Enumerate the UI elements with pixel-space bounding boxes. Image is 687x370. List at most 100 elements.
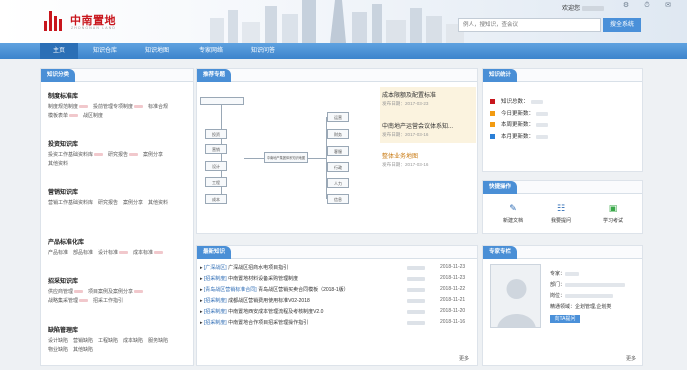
- header: 中南置地 ZHONGNAN LAND 欢迎您 ⚙ ⏱ ✉ 搜全系统: [0, 0, 687, 43]
- diagram-node[interactable]: 人力: [327, 178, 349, 188]
- category-link[interactable]: 供应商管理: [48, 289, 84, 295]
- category-link[interactable]: 招采工作指引: [93, 298, 123, 304]
- diagram-node[interactable]: 投资: [205, 129, 227, 139]
- nav-qa[interactable]: 知识问答: [240, 43, 286, 59]
- flag-icon: [490, 134, 495, 140]
- diagram-node[interactable]: 营销: [205, 144, 227, 154]
- category-link[interactable]: 设计标准: [98, 250, 129, 256]
- category-link[interactable]: 标准合规: [148, 104, 168, 110]
- category-link[interactable]: 工程缺陷: [98, 338, 118, 344]
- news-row[interactable]: ▸ [广深战区] 广深战区招商水电项目指引 2018-11-23: [200, 264, 476, 272]
- clock-icon[interactable]: ⏱: [643, 2, 651, 10]
- stat-row: 本月更新数：: [490, 132, 549, 141]
- featured-item[interactable]: 成本限额及配置标准 发布日期：2017-03-23: [382, 90, 474, 107]
- category-title[interactable]: 招采知识库: [48, 276, 193, 285]
- featured-title[interactable]: 中南地产运营会议体系知...: [382, 121, 474, 130]
- username: [581, 5, 604, 11]
- diagram-node[interactable]: 信息: [327, 194, 349, 204]
- search-input[interactable]: [458, 18, 601, 32]
- category-link[interactable]: 制度规范制度: [48, 104, 89, 110]
- news-row[interactable]: ▸ [招采制度] 中南置地西安成本管理流程及考核制度V2.0 2018-11-20: [200, 308, 476, 316]
- category-title[interactable]: 制度标准库: [48, 91, 193, 100]
- search-button[interactable]: 搜全系统: [603, 18, 641, 32]
- featured-item[interactable]: 中南地产运营会议体系知... 发布日期：2017-03-16: [382, 121, 474, 138]
- featured-date: 发布日期：2017-03-23: [382, 101, 429, 106]
- category-link[interactable]: 模板表单: [48, 113, 79, 119]
- diagram-node[interactable]: 财务: [327, 129, 349, 139]
- featured-title[interactable]: 成本限额及配置标准: [382, 90, 474, 99]
- new-doc-icon: ✎: [509, 203, 517, 213]
- featured-item[interactable]: 整体业务地图 发布日期：2017-03-16: [382, 151, 474, 168]
- category-title[interactable]: 产品标准化库: [48, 237, 193, 246]
- panel-title: 快捷操作: [483, 181, 518, 194]
- category-link[interactable]: 产品标准: [48, 250, 68, 256]
- flag-icon: [490, 99, 495, 105]
- news-row[interactable]: ▸ [招采制度] 中南置地合作项目招采管理操作指引 2018-11-16: [200, 319, 476, 327]
- skyline-banner: [210, 0, 464, 43]
- category-link[interactable]: 战略集采管理: [48, 298, 89, 304]
- nav-knowledge-repo[interactable]: 知识仓库: [82, 43, 128, 59]
- diagram-center-node[interactable]: 中南地产集团体系知识地图: [264, 152, 308, 163]
- exam-icon: ▣: [608, 203, 618, 213]
- stat-row: 知识总数：: [490, 97, 543, 106]
- nav-knowledge-map[interactable]: 知识地图: [134, 43, 180, 59]
- diagram-node[interactable]: 工程: [205, 177, 227, 187]
- category-link[interactable]: 服务缺陷: [148, 338, 168, 344]
- category-link[interactable]: 营销工作基础资料库: [48, 200, 93, 206]
- logo-icon: [44, 11, 64, 31]
- expert-more-link[interactable]: 更多: [626, 355, 636, 362]
- category-section: 产品标准化库 产品标准 部品标准 设计标准 成本标准: [48, 237, 193, 258]
- category-link[interactable]: 其他资料: [148, 200, 168, 206]
- category-link[interactable]: 营销缺陷: [73, 338, 93, 344]
- nav-expert-network[interactable]: 专家网络: [188, 43, 234, 59]
- diagram-node[interactable]: 运营: [327, 112, 349, 122]
- ask-question-button[interactable]: ☷ 我要提问: [543, 203, 579, 224]
- stat-row: 今日更新数：: [490, 109, 549, 118]
- welcome-text: 欢迎您: [562, 3, 604, 12]
- panel-title: 最新知识: [197, 246, 232, 259]
- category-title[interactable]: 缺陷管理库: [48, 325, 193, 334]
- diagram-node[interactable]: 成本: [205, 194, 227, 204]
- category-link[interactable]: 案例分享: [123, 200, 143, 206]
- latest-more-link[interactable]: 更多: [459, 355, 469, 362]
- category-link[interactable]: 部品标准: [73, 250, 93, 256]
- news-row[interactable]: ▸ [招采制度] 中南置地材料设备采购管理制度 2018-11-23: [200, 275, 476, 283]
- category-link[interactable]: 其他资料: [48, 161, 68, 167]
- category-link[interactable]: 物业缺陷: [48, 347, 68, 353]
- ask-expert-button[interactable]: 向TA提问: [550, 315, 580, 323]
- category-link[interactable]: 投前管理专项制度: [93, 104, 144, 110]
- category-link[interactable]: 研究报告: [98, 200, 118, 206]
- category-link[interactable]: 研究报告: [108, 152, 139, 158]
- category-link[interactable]: 战区制度: [83, 113, 103, 119]
- stat-row: 本周更新数：: [490, 120, 549, 129]
- category-title[interactable]: 营销知识库: [48, 187, 193, 196]
- category-link[interactable]: 其他缺陷: [73, 347, 93, 353]
- news-row[interactable]: ▸ [青岛战区营销标准合同] 青岛战区营销买卖合同模板（2018-1版） 2018…: [200, 286, 476, 294]
- mail-icon[interactable]: ✉: [664, 2, 672, 10]
- news-row[interactable]: ▸ [招采制度] 成都战区营销费用使用标准V02-2018 2018-11-21: [200, 297, 476, 305]
- category-link[interactable]: 案例分享: [143, 152, 163, 158]
- category-section: 投资知识库 投资工作基础资料库 研究报告 案例分享其他资料: [48, 139, 193, 169]
- question-icon: ☷: [556, 203, 566, 213]
- category-section: 制度标准库 制度规范制度 投前管理专项制度 标准合规模板表单 战区制度: [48, 91, 193, 121]
- category-link[interactable]: 项目案例及案例分享: [88, 289, 144, 295]
- category-link[interactable]: 成本标准: [133, 250, 164, 256]
- category-title[interactable]: 投资知识库: [48, 139, 193, 148]
- exam-button[interactable]: ▣ 学习考试: [595, 203, 631, 224]
- expert-name: 专家：: [550, 270, 580, 277]
- diagram-node[interactable]: 设计: [205, 161, 227, 171]
- category-link[interactable]: 成本缺陷: [123, 338, 143, 344]
- category-link[interactable]: 设计缺陷: [48, 338, 68, 344]
- featured-title[interactable]: 整体业务地图: [382, 151, 474, 160]
- logo-subtitle: ZHONGNAN LAND: [71, 26, 116, 30]
- nav-home[interactable]: 主页: [40, 43, 78, 59]
- category-link[interactable]: 投资工作基础资料库: [48, 152, 104, 158]
- diagram-node[interactable]: 客服: [327, 146, 349, 156]
- expert-department: 部门：: [550, 281, 626, 288]
- category-section: 缺陷管理库 设计缺陷 营销缺陷 工程缺陷 成本缺陷 服务缺陷物业缺陷 其他缺陷: [48, 325, 193, 355]
- category-section: 招采知识库 供应商管理 项目案例及案例分享战略集采管理 招采工作指引: [48, 276, 193, 306]
- diagram-node[interactable]: 行政: [327, 162, 349, 172]
- expert-position: 岗位：: [550, 292, 614, 299]
- settings-icon[interactable]: ⚙: [622, 2, 630, 10]
- new-doc-button[interactable]: ✎ 新建文档: [495, 203, 531, 224]
